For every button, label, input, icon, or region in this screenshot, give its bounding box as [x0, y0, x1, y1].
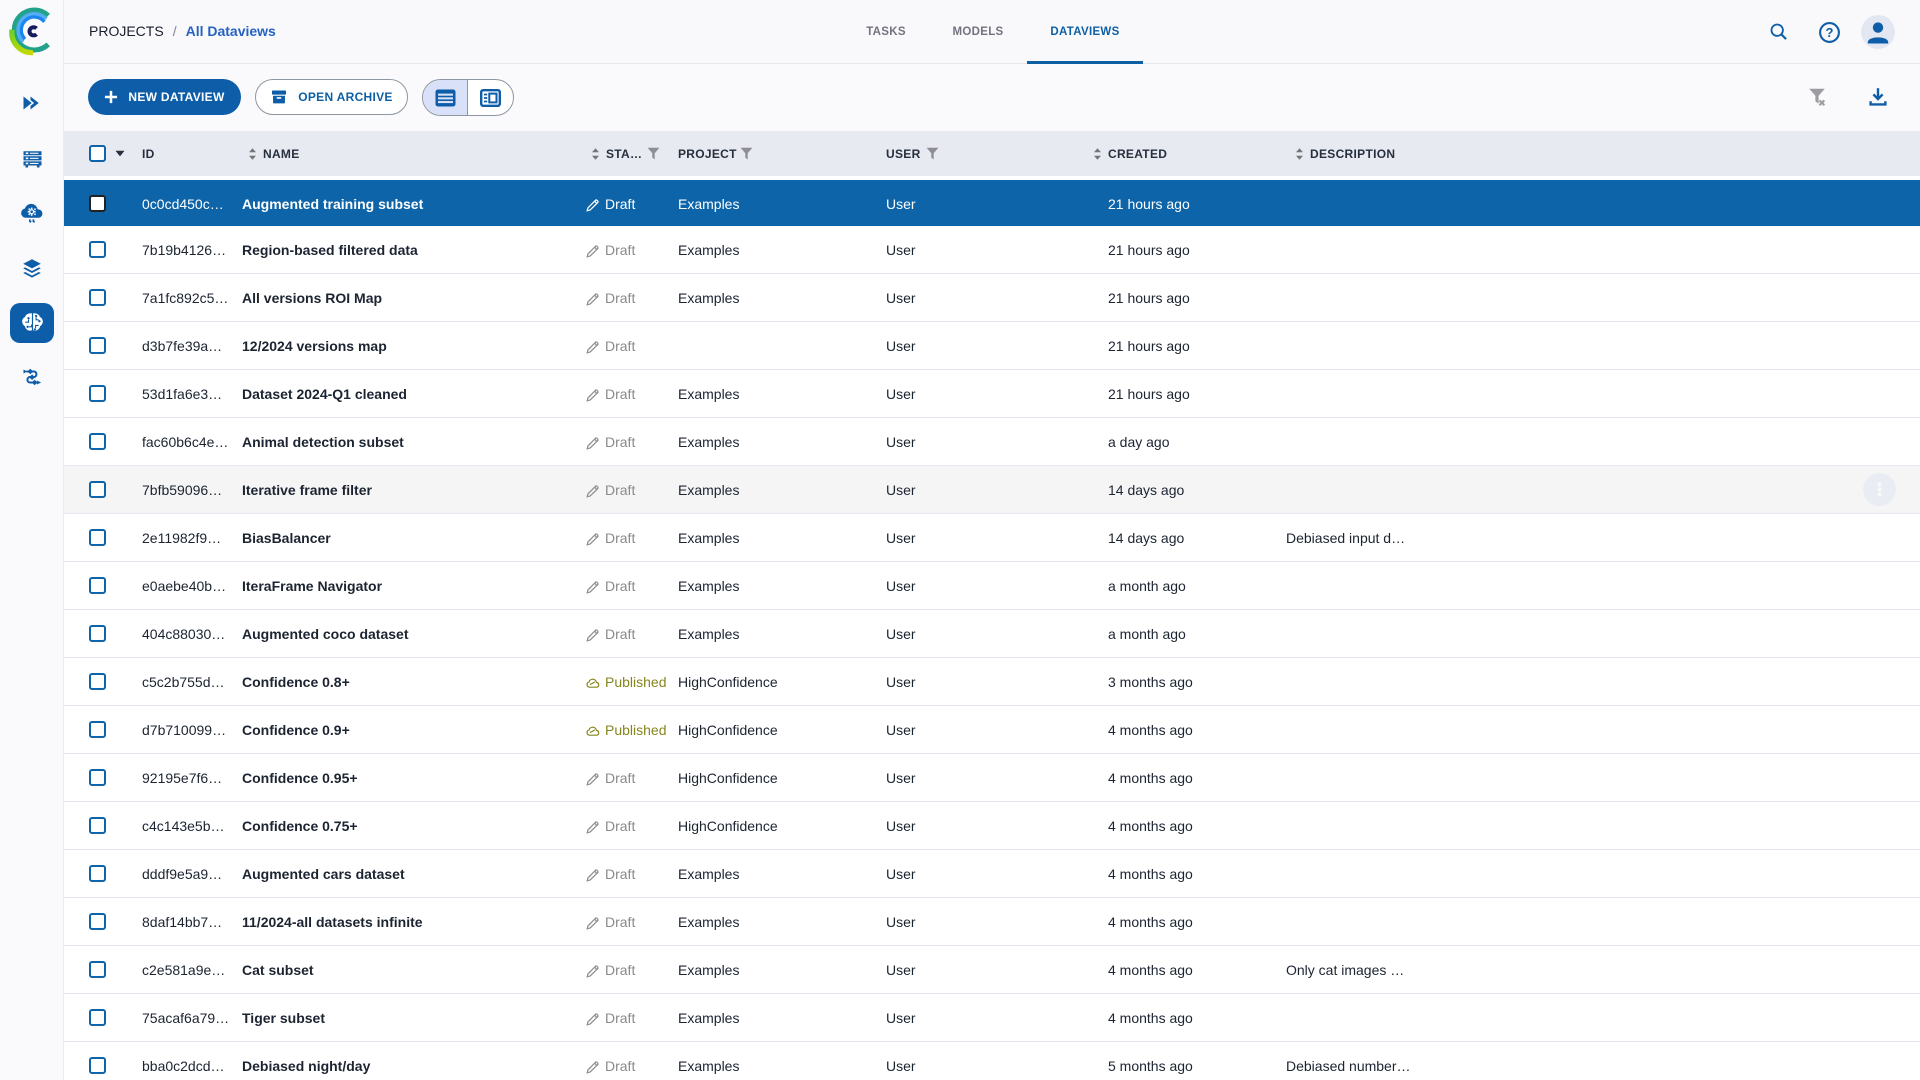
svg-text:?: ? — [1826, 24, 1834, 39]
